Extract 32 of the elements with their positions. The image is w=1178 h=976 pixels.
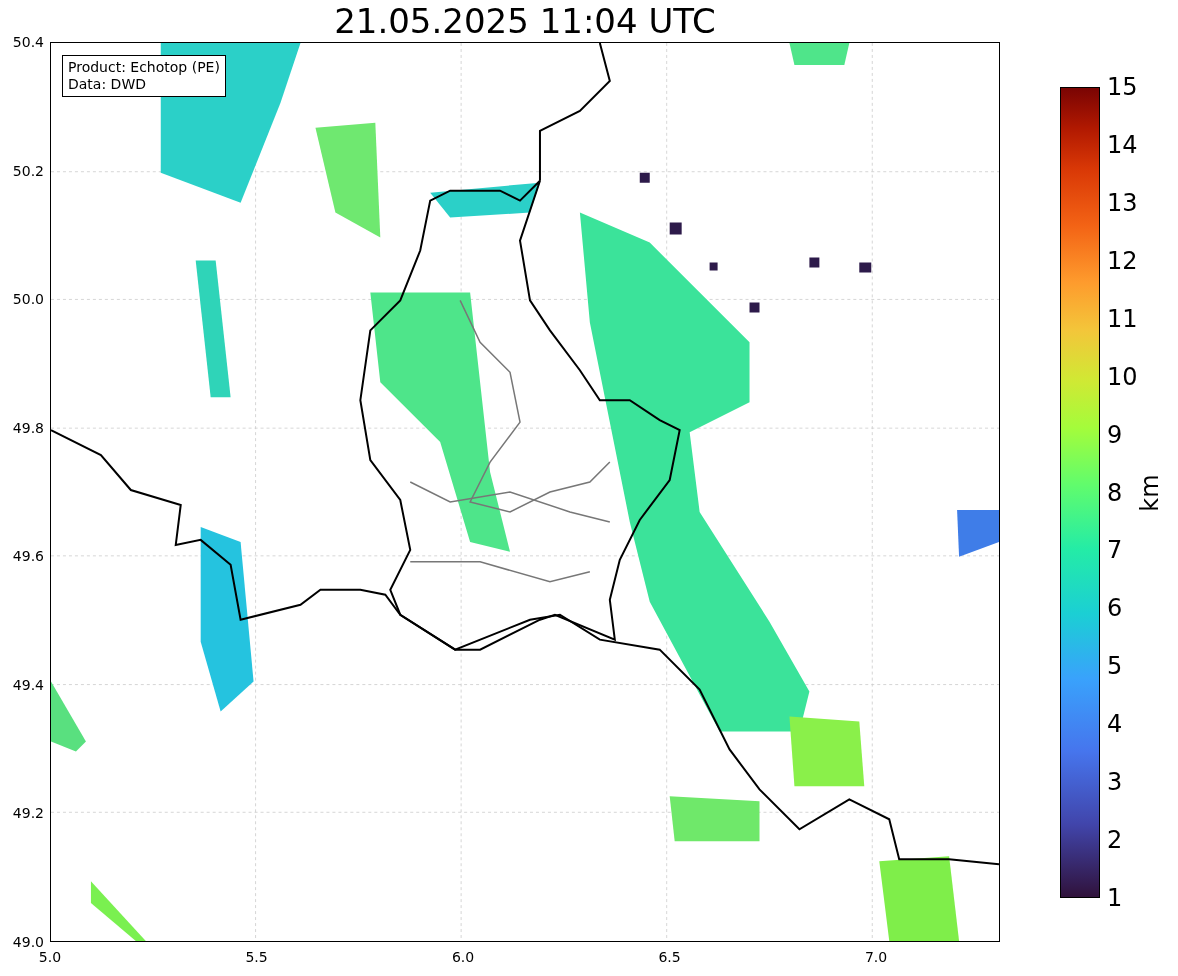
colorbar-label: 6 xyxy=(1107,596,1123,621)
colorbar-label: 15 xyxy=(1107,75,1138,99)
y-axis-label: 49.2 xyxy=(12,806,44,821)
colorbar-label: 11 xyxy=(1107,306,1138,331)
colorbar-label: 3 xyxy=(1107,770,1123,795)
x-axis-label: 6.0 xyxy=(451,950,475,964)
colorbar-label: 13 xyxy=(1107,190,1138,215)
colorbar-label: 12 xyxy=(1107,248,1138,273)
colorbar-label: 4 xyxy=(1107,712,1123,737)
y-axis-label: 49.6 xyxy=(12,549,44,564)
colorbar-label: 10 xyxy=(1107,364,1138,389)
y-axis-label: 49.4 xyxy=(12,677,44,692)
colorbar-label: 8 xyxy=(1107,480,1123,505)
x-axis-label: 5.5 xyxy=(245,950,268,964)
y-axis-label: 50.0 xyxy=(12,292,44,307)
colorbar-label: 1 xyxy=(1107,886,1123,910)
colorbar-label: 9 xyxy=(1107,422,1123,447)
colorbar-label: 5 xyxy=(1107,654,1123,679)
x-axis-label: 7.0 xyxy=(864,950,888,964)
x-axis-label: 6.5 xyxy=(658,950,681,964)
y-axis-label: 49.8 xyxy=(12,420,44,435)
y-axis-label: 50.2 xyxy=(12,163,44,178)
colorbar-title: km xyxy=(1135,473,1164,512)
chart-title: 21.05.2025 11:04 UTC xyxy=(334,1,716,41)
info-text: Data: DWD xyxy=(68,76,147,93)
y-axis-label: 49.0 xyxy=(12,935,44,949)
y-axis-label: 50.4 xyxy=(12,35,44,49)
colorbar-label: 7 xyxy=(1107,538,1123,563)
x-axis-label: 5.0 xyxy=(38,950,62,964)
colorbar-label: 14 xyxy=(1107,132,1138,157)
colorbar-label: 2 xyxy=(1107,828,1123,853)
info-text: Product: Echotop (PE) xyxy=(68,59,220,76)
